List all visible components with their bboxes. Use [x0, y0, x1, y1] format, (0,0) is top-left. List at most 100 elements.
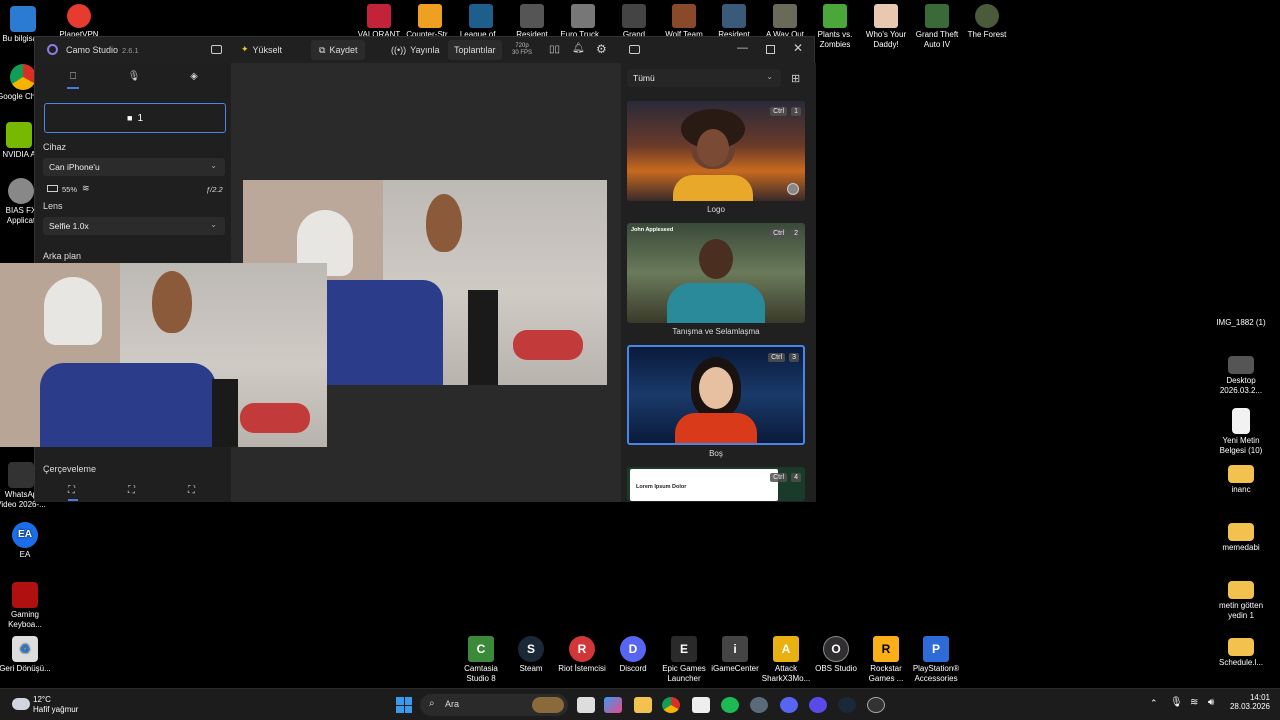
desktop-icon-epic-games[interactable]: E Epic Games Launcher	[658, 636, 710, 684]
framing-center-button[interactable]: ⛶	[128, 485, 135, 496]
obs-icon[interactable]	[867, 697, 885, 713]
desktop-icon-camtasia[interactable]: C Camtasia Studio 8	[455, 636, 507, 684]
desktop-icon-gta-iv[interactable]: Grand Theft Auto IV	[913, 4, 961, 50]
weather-cloud-icon[interactable]	[12, 698, 30, 710]
desktop-icon-steam[interactable]: S Steam	[505, 636, 557, 674]
aperture-value: ƒ/2.2	[206, 185, 223, 194]
start-button[interactable]	[396, 697, 412, 713]
tab-layers[interactable]: ◈	[184, 71, 204, 85]
resident-evil-icon	[520, 4, 544, 28]
desktop-icon-attack-shark[interactable]: A Attack SharkX3Mo...	[760, 636, 812, 684]
desktop-icon-riot[interactable]: R Riot İstemcisi	[556, 636, 608, 674]
desktop-icon-the-forest[interactable]: The Forest	[963, 4, 1011, 40]
desktop-icon-rockstar[interactable]: R Rockstar Games ...	[860, 636, 912, 684]
framing-auto-button[interactable]: ⛶	[68, 485, 78, 501]
desktop-icon-igamecenter[interactable]: i iGameCenter	[709, 636, 761, 674]
file-explorer-icon[interactable]	[634, 697, 652, 713]
gear-icon[interactable]: ⚙	[596, 42, 607, 56]
desktop-icon-obs-studio[interactable]: O OBS Studio	[810, 636, 862, 674]
microphone-icon: 🎙︎	[127, 71, 141, 82]
desktop-icon-euro-truck[interactable]: Euro Truck...	[559, 4, 607, 40]
scene-card-lorem[interactable]: Lorem Ipsum Dolor Ctrl 4	[627, 467, 805, 501]
framing-face-button[interactable]: ⛶	[188, 485, 195, 496]
record-button[interactable]: ⧉ Kaydet	[311, 40, 366, 60]
desktop-icon-planetvpn[interactable]: PlanetVPN	[55, 4, 103, 40]
video-file-icon	[8, 462, 34, 488]
scene-filter-select[interactable]: Tümü ⌄	[627, 69, 781, 87]
desktop-icon-ea[interactable]: EA EA	[0, 522, 52, 560]
desktop-icon-desktop-video[interactable]: Desktop 2026.03.2...	[1214, 356, 1268, 396]
desktop-icon-folder-memedabi[interactable]: memedabi	[1214, 523, 1268, 553]
chevron-down-icon: ⌄	[766, 72, 773, 81]
chevron-up-icon[interactable]: ⌃	[1150, 698, 1158, 709]
search-box[interactable]: ⌕ Ara	[420, 694, 568, 716]
camera-source-selector[interactable]: ■ 1	[44, 103, 226, 133]
resolution-indicator[interactable]: 720p 30 FPS	[512, 43, 532, 57]
scene-card-empty[interactable]: Ctrl 3	[627, 345, 805, 445]
face-frame-icon: ⛶	[188, 485, 195, 496]
weather-desc[interactable]: Hafif yağmur	[33, 705, 78, 714]
desktop-icon-recycle-bin[interactable]: ♻ Geri Dönüşü...	[0, 636, 52, 674]
floating-webcam-overlay[interactable]	[0, 263, 327, 447]
grid-view-icon[interactable]: ⊞	[791, 72, 800, 85]
discord-icon[interactable]	[780, 697, 798, 713]
ea-icon: EA	[12, 522, 38, 548]
desktop-icon-folder-schedule[interactable]: Schedule.l...	[1214, 638, 1268, 668]
desktop-icon-a-way-out[interactable]: A Way Out	[761, 4, 809, 40]
camo-icon[interactable]	[809, 697, 827, 713]
steam-icon[interactable]	[838, 697, 856, 713]
tab-video[interactable]: ⎕	[63, 71, 83, 89]
wolfteam-icon	[672, 4, 696, 28]
text-file-icon	[1232, 408, 1250, 434]
device-select[interactable]: Can iPhone'u ⌄	[43, 158, 225, 176]
spotify-icon[interactable]	[721, 697, 739, 713]
bell-icon[interactable]: 🔔︎	[572, 43, 585, 54]
focus-frame-icon: ⛶	[68, 485, 75, 496]
scene-name-overlay: John Appleseed	[631, 227, 674, 233]
stream-button[interactable]: ((•)) Yayınla	[385, 40, 446, 60]
scene-card-logo[interactable]: Ctrl 1	[627, 101, 805, 201]
scene-person-shirt	[667, 283, 765, 323]
close-button[interactable]: ✕	[793, 41, 803, 55]
lens-select[interactable]: Selfie 1.0x ⌄	[43, 217, 225, 235]
desktop-icon-discord[interactable]: D Discord	[607, 636, 659, 674]
video-file-icon	[1228, 356, 1254, 374]
split-view-icon[interactable]: ▯▯	[549, 44, 560, 55]
minimize-button[interactable]: —	[737, 42, 748, 54]
desktop-icon-league-of-legends[interactable]: League of...	[457, 4, 505, 40]
upgrade-button[interactable]: ✦ Yükselt	[241, 44, 282, 55]
desktop-icon-plants-vs-zombies[interactable]: Plants vs. Zombies	[811, 4, 859, 50]
desktop-icon-folder-inanc[interactable]: inanc	[1214, 465, 1268, 495]
maximize-button[interactable]	[766, 45, 775, 54]
network-app-icon[interactable]	[750, 697, 768, 713]
chair-back	[212, 379, 238, 447]
desktop-icon-valorant[interactable]: VALORANT	[355, 4, 403, 40]
igamecenter-icon: i	[722, 636, 748, 662]
wifi-icon[interactable]: ≋	[1190, 697, 1198, 708]
copilot-icon[interactable]	[604, 697, 622, 713]
desktop-icon-gaming-keyboard[interactable]: Gaming Keyboa...	[0, 582, 52, 630]
store-icon[interactable]	[692, 697, 710, 713]
chrome-icon[interactable]	[662, 697, 680, 713]
sidebar-toggle-icon[interactable]	[211, 45, 222, 54]
red-cloth	[513, 330, 583, 360]
taskview-icon[interactable]	[577, 697, 595, 713]
microphone-icon[interactable]: 🎙︎	[1170, 697, 1183, 708]
scene-card-greeting[interactable]: John Appleseed Ctrl 2	[627, 223, 805, 323]
desktop-icon-img-1882[interactable]: IMG_1882 (1)	[1214, 318, 1268, 328]
desktop-icon-folder-metin[interactable]: metin götten yedin 1	[1214, 581, 1268, 621]
volume-icon[interactable]: 🔊︎	[1208, 697, 1214, 708]
tab-audio[interactable]: 🎙︎	[124, 71, 144, 85]
desktop-icon-text-file[interactable]: Yeni Metin Belgesi (10)	[1214, 408, 1268, 456]
desktop-icon-wolfteam[interactable]: Wolf Team	[660, 4, 708, 40]
desktop-icon-whos-your-daddy[interactable]: Who's Your Daddy!	[862, 4, 910, 50]
meetings-button[interactable]: Toplantılar	[448, 40, 502, 60]
steam-icon: S	[518, 636, 544, 662]
rockstar-icon: R	[873, 636, 899, 662]
recycle-bin-icon: ♻	[12, 636, 38, 662]
desktop-icon-counter-strike[interactable]: Counter-Str...	[406, 4, 454, 40]
clock[interactable]: 14:01 28.03.2026	[1226, 693, 1270, 711]
panel-toggle-icon[interactable]	[629, 45, 640, 54]
desktop-icon-playstation-accessories[interactable]: P PlayStation® Accessories	[910, 636, 962, 684]
weather-temp[interactable]: 12°C	[33, 695, 51, 704]
